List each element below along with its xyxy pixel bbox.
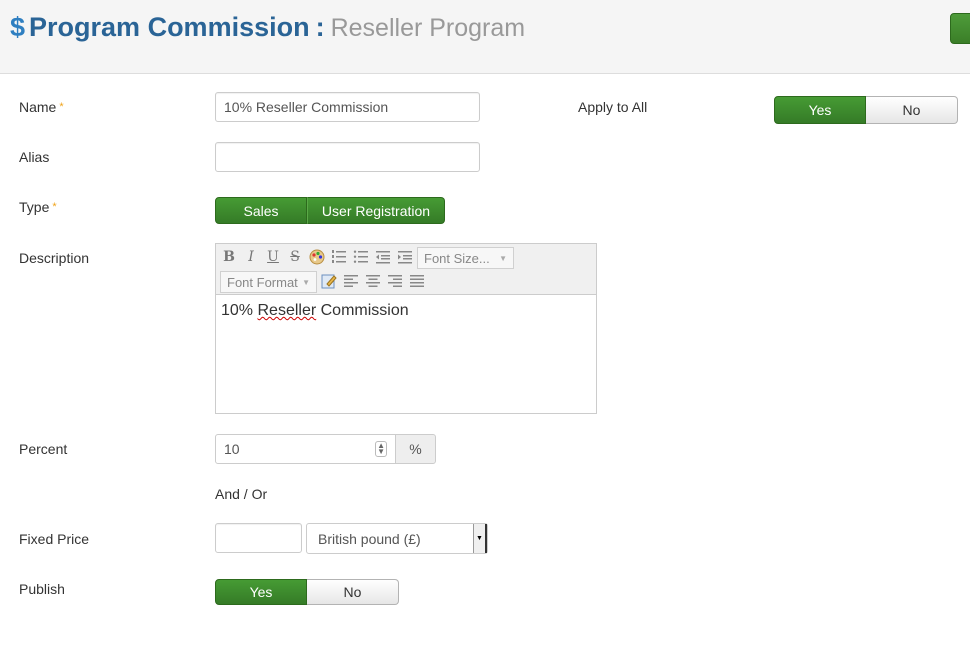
title-main: Program Commission — [29, 12, 310, 42]
alias-input[interactable] — [215, 142, 480, 172]
color-palette-icon[interactable] — [307, 247, 327, 267]
title-subtitle: Reseller Program — [330, 14, 526, 42]
publish-no-button[interactable]: No — [307, 579, 399, 605]
name-label: Name * — [19, 99, 64, 115]
publish-toggle: Yes No — [215, 579, 399, 605]
fixed-price-label: Fixed Price — [19, 531, 90, 547]
fixed-price-input[interactable] — [215, 523, 302, 553]
number-spinner-icon[interactable]: ▲ ▼ — [375, 441, 387, 457]
apply-to-all-label: Apply to All — [578, 99, 648, 115]
percent-input[interactable]: 10 ▲ ▼ — [215, 434, 396, 464]
editor-toolbar: B I U S Font Size... ▼ Font Format ▼ — [216, 244, 596, 295]
chevron-down-icon: ▼ — [473, 524, 487, 553]
bold-icon[interactable]: B — [219, 247, 239, 267]
apply-to-all-toggle: Yes No — [774, 96, 958, 124]
italic-icon[interactable]: I — [241, 247, 261, 267]
chevron-down-icon: ▼ — [302, 277, 310, 287]
edit-html-icon[interactable] — [319, 271, 339, 291]
ordered-list-icon[interactable] — [329, 247, 349, 267]
currency-select[interactable]: British pound (£) ▼ — [306, 523, 488, 554]
publish-label: Publish — [19, 581, 65, 597]
align-left-icon[interactable] — [341, 271, 361, 291]
description-editor: B I U S Font Size... ▼ Font Format ▼ 10%… — [215, 243, 597, 414]
required-mark: * — [59, 101, 64, 113]
chevron-down-icon: ▼ — [499, 253, 507, 263]
type-user-registration-button[interactable]: User Registration — [307, 197, 445, 224]
font-size-select[interactable]: Font Size... ▼ — [417, 247, 514, 269]
align-center-icon[interactable] — [363, 271, 383, 291]
required-mark: * — [52, 201, 57, 213]
editor-content[interactable]: 10% Reseller Commission — [216, 295, 596, 327]
align-justify-icon[interactable] — [407, 271, 427, 291]
percent-label: Percent — [19, 441, 68, 457]
align-right-icon[interactable] — [385, 271, 405, 291]
and-or-text: And / Or — [215, 486, 268, 502]
font-format-select[interactable]: Font Format ▼ — [220, 271, 317, 293]
alias-label: Alias — [19, 149, 50, 165]
page-title: $ Program Commission: Reseller Program — [10, 9, 525, 46]
type-sales-button[interactable]: Sales — [215, 197, 307, 224]
toolbar-action-button[interactable] — [950, 13, 970, 44]
page-header: $ Program Commission: Reseller Program — [0, 0, 970, 74]
dollar-icon: $ — [10, 12, 26, 42]
misspelled-word: Reseller — [257, 302, 317, 319]
percent-addon: % — [395, 434, 436, 464]
type-label: Type * — [19, 199, 57, 215]
outdent-icon[interactable] — [373, 247, 393, 267]
description-label: Description — [19, 250, 90, 266]
indent-icon[interactable] — [395, 247, 415, 267]
underline-icon[interactable]: U — [263, 247, 283, 267]
unordered-list-icon[interactable] — [351, 247, 371, 267]
name-input[interactable] — [215, 92, 480, 122]
strikethrough-icon[interactable]: S — [285, 247, 305, 267]
type-toggle: Sales User Registration — [215, 197, 445, 224]
publish-yes-button[interactable]: Yes — [215, 579, 307, 605]
apply-to-all-yes-button[interactable]: Yes — [774, 96, 866, 124]
title-separator: : — [315, 12, 325, 42]
apply-to-all-no-button[interactable]: No — [866, 96, 958, 124]
